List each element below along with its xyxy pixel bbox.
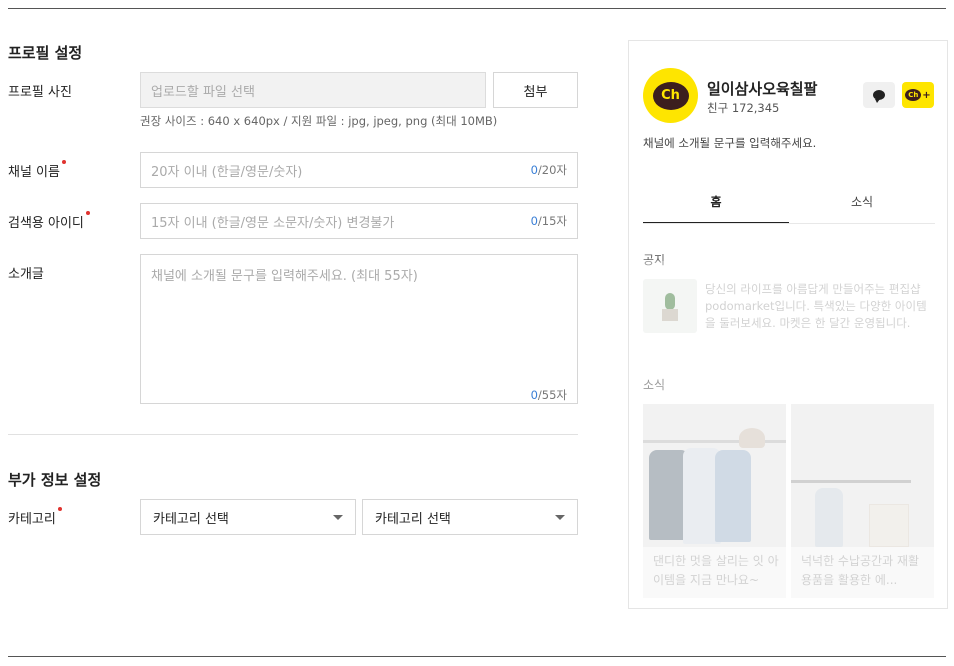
channel-logo-text: Ch xyxy=(652,81,689,110)
rack-bar xyxy=(791,480,911,483)
file-select-input[interactable]: 업로드할 파일 선택 xyxy=(140,72,486,108)
plant-image xyxy=(665,293,675,310)
intro-count: 0 xyxy=(530,388,538,402)
file-hint: 권장 사이즈 : 640 x 640px / 지원 파일 : jpg, jpeg… xyxy=(140,114,498,128)
tab-news[interactable]: 소식 xyxy=(789,191,935,223)
extra-section-title: 부가 정보 설정 xyxy=(8,471,102,489)
channel-name-max: /20자 xyxy=(537,163,567,177)
intro-textarea[interactable]: 채널에 소개될 문구를 입력해주세요. (최대 55자) 0/55자 xyxy=(140,254,578,404)
notice-text: 당신의 라이프를 아름답게 만들어주는 편집샵 podomarket입니다. 특… xyxy=(705,282,927,330)
profile-photo-label: 프로필 사진 xyxy=(8,85,72,100)
notice-label: 공지 xyxy=(643,253,666,267)
plus-icon: + xyxy=(922,89,931,101)
channel-name-placeholder: 20자 이내 (한글/영문/숫자) xyxy=(151,164,303,180)
profile-section-title: 프로필 설정 xyxy=(8,44,83,62)
storage-rack-image xyxy=(791,404,934,547)
shirt-image xyxy=(815,488,843,547)
pot-image xyxy=(662,309,678,321)
category-select-secondary-value: 카테고리 선택 xyxy=(375,511,451,527)
intro-placeholder: 채널에 소개될 문구를 입력해주세요. (최대 55자) xyxy=(151,269,418,284)
bottom-rule xyxy=(8,656,946,657)
search-id-label-text: 검색용 아이디 xyxy=(8,216,84,231)
channel-name-input[interactable]: 20자 이내 (한글/영문/숫자) 0/20자 xyxy=(140,152,578,188)
hat-image xyxy=(739,428,765,448)
notice-thumbnail xyxy=(643,279,697,333)
chevron-down-icon xyxy=(555,514,565,520)
category-select-primary[interactable]: 카테고리 선택 xyxy=(140,499,356,535)
tote-bag-image xyxy=(869,504,909,547)
channel-name-count: 0 xyxy=(530,163,538,177)
file-select-placeholder: 업로드할 파일 선택 xyxy=(151,84,255,100)
channel-name-label-text: 채널 이름 xyxy=(8,165,60,180)
search-id-max: /15자 xyxy=(537,214,567,228)
category-select-primary-value: 카테고리 선택 xyxy=(153,511,229,527)
clothing-rack-image xyxy=(643,404,786,547)
news-card[interactable]: 댄디한 멋을 살리는 잇 아이템을 지금 만나요~ xyxy=(643,404,786,598)
required-dot-icon xyxy=(85,211,90,215)
section-divider xyxy=(8,434,578,435)
shirt-image xyxy=(715,450,751,542)
search-id-placeholder: 15자 이내 (한글/영문 소문자/숫자) 변경불가 xyxy=(151,215,395,231)
preview-description: 채널에 소개될 문구를 입력해주세요. xyxy=(643,136,817,150)
add-channel-button[interactable]: Ch + xyxy=(902,82,934,108)
news-card[interactable]: 넉넉한 수납공간과 재활용품을 활용한 에... xyxy=(791,404,934,598)
top-rule xyxy=(8,8,946,9)
channel-add-icon: Ch xyxy=(905,89,922,101)
chevron-down-icon xyxy=(333,514,343,520)
preview-channel-name: 일이삼사오육칠팔 xyxy=(707,80,818,98)
tab-home[interactable]: 홈 xyxy=(643,191,789,223)
attach-button[interactable]: 첨부 xyxy=(493,72,578,108)
search-id-label: 검색용 아이디 xyxy=(8,211,90,231)
news-caption: 댄디한 멋을 살리는 잇 아이템을 지금 만나요~ xyxy=(653,554,779,587)
category-label: 카테고리 xyxy=(8,507,62,527)
chat-bubble-icon xyxy=(873,90,885,103)
search-id-input[interactable]: 15자 이내 (한글/영문 소문자/숫자) 변경불가 0/15자 xyxy=(140,203,578,239)
intro-counter: 0/55자 xyxy=(531,387,567,403)
channel-name-counter: 0/20자 xyxy=(531,162,567,178)
news-caption: 넉넉한 수납공간과 재활용품을 활용한 에... xyxy=(801,554,920,587)
channel-preview-panel: Ch 일이삼사오육칠팔 친구 172,345 Ch + 채널에 소개될 문구를 입… xyxy=(628,40,948,609)
required-dot-icon xyxy=(57,507,62,511)
required-dot-icon xyxy=(61,160,66,164)
chat-button[interactable] xyxy=(863,82,895,108)
category-label-text: 카테고리 xyxy=(8,512,56,527)
search-id-counter: 0/15자 xyxy=(531,213,567,229)
channel-name-label: 채널 이름 xyxy=(8,160,66,180)
preview-tabs: 홈 소식 xyxy=(643,191,935,224)
news-label: 소식 xyxy=(643,378,666,392)
intro-max: /55자 xyxy=(537,388,567,402)
channel-logo: Ch xyxy=(643,68,698,123)
category-select-secondary[interactable]: 카테고리 선택 xyxy=(362,499,578,535)
search-id-count: 0 xyxy=(530,214,538,228)
intro-label: 소개글 xyxy=(8,267,44,282)
preview-friend-count: 친구 172,345 xyxy=(707,101,780,115)
